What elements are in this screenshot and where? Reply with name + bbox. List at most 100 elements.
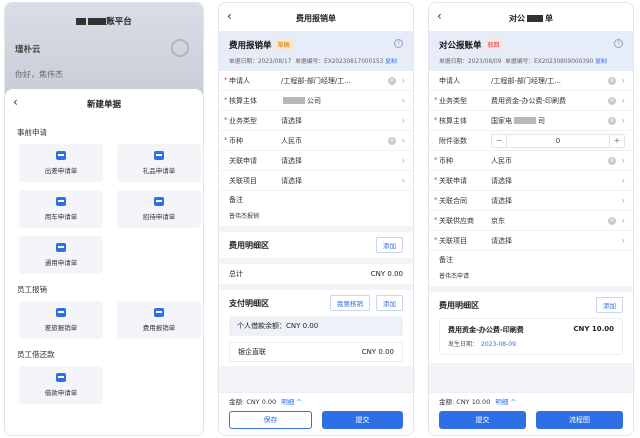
submit-button[interactable]: 提交 bbox=[322, 411, 403, 429]
field-value: 请选择 bbox=[281, 116, 302, 125]
tile-label: 费用报销单 bbox=[142, 324, 176, 332]
document-type-tile[interactable]: 招待申请单 bbox=[117, 190, 201, 228]
document-type-tile[interactable]: 通用申请单 bbox=[19, 236, 103, 274]
field-label: 关联供应商 bbox=[434, 216, 491, 226]
attachment-stepper[interactable]: − 0 + bbox=[491, 133, 625, 148]
help-icon[interactable]: ? bbox=[394, 39, 403, 48]
clear-icon[interactable]: × bbox=[607, 216, 616, 225]
clear-icon[interactable]: × bbox=[607, 76, 616, 85]
remark-label: 备注 bbox=[229, 196, 243, 204]
attachment-count[interactable]: 0 bbox=[506, 134, 610, 147]
document-icon bbox=[56, 197, 66, 206]
plus-icon[interactable]: + bbox=[610, 136, 624, 145]
copy-link[interactable]: 复制 bbox=[595, 59, 607, 65]
document-icon bbox=[56, 151, 66, 160]
form-field-row[interactable]: 核算主体国家电司 × › bbox=[429, 111, 633, 131]
tile-label: 借款申请单 bbox=[44, 389, 78, 397]
remark-field[interactable]: 备注 普伟杰报销 bbox=[219, 191, 413, 226]
expense-detail-section: 费用明细区 添加 费用资金-办公费-印刷费 CNY 10.00 发生日期： 2023… bbox=[429, 292, 633, 363]
form-field-row[interactable]: 关联项目请选择› bbox=[219, 171, 413, 191]
remark-field[interactable]: 备注 普伟杰申请 bbox=[429, 251, 633, 286]
form-fields-2: 币种人民币×›关联申请请选择›关联合同请选择›关联供应商京东×›关联项目请选择› bbox=[429, 151, 633, 251]
chevron-right-icon: › bbox=[621, 216, 625, 225]
document-type-tile[interactable]: 借款申请单 bbox=[19, 366, 103, 404]
form-field-row[interactable]: 币种人民币 × › bbox=[429, 151, 633, 171]
document-type-tile[interactable]: 费用报销单 bbox=[117, 301, 201, 339]
save-button[interactable]: 保存 bbox=[229, 411, 312, 429]
redaction bbox=[514, 117, 536, 124]
help-icon[interactable]: ? bbox=[614, 39, 623, 48]
field-label: 申请人 bbox=[224, 76, 281, 86]
form-field-row[interactable]: 关联申请请选择› bbox=[219, 151, 413, 171]
add-expense-button[interactable]: 添加 bbox=[596, 297, 623, 313]
chevron-right-icon: › bbox=[621, 156, 625, 165]
nav-title: 对公单 bbox=[509, 14, 553, 23]
detail-toggle[interactable]: 明细 ^ bbox=[281, 398, 302, 406]
bank-direct-row[interactable]: 银企直联 CNY 0.00 bbox=[229, 342, 403, 362]
field-value: /工程部-部门经理/工... bbox=[281, 76, 351, 85]
field-value: 费用资金-办公费-印刷费 bbox=[491, 96, 567, 105]
field-label: 关联合同 bbox=[434, 196, 491, 206]
redaction bbox=[527, 15, 543, 22]
clear-icon[interactable]: × bbox=[387, 136, 396, 145]
chevron-right-icon: › bbox=[621, 96, 625, 105]
form-title: 费用报销单 草稿 bbox=[229, 39, 403, 51]
greeting: 你好，焦伟杰 bbox=[15, 70, 63, 79]
document-type-tile[interactable]: 出差申请单 bbox=[19, 144, 103, 182]
document-icon bbox=[154, 308, 164, 317]
sheet-title: 新建单据 bbox=[86, 100, 121, 110]
form-field-row[interactable]: 申请人/工程部-部门经理/工... × › bbox=[429, 71, 633, 91]
new-document-screen: 账平台 瑾朴云 你好，焦伟杰 ‹ 新建单据 事前申请 出差申请单 礼品申请单 用车申请… bbox=[4, 2, 204, 436]
form-field-row[interactable]: 关联申请请选择› bbox=[429, 171, 633, 191]
document-icon bbox=[56, 308, 66, 317]
form-field-row[interactable]: 关联合同请选择 › bbox=[429, 191, 633, 211]
section-title: 支付明细区 bbox=[229, 298, 269, 308]
copy-link[interactable]: 复制 bbox=[385, 59, 397, 65]
chevron-right-icon: › bbox=[621, 176, 625, 185]
field-value: 请选择 bbox=[281, 156, 302, 165]
flowchart-button[interactable]: 流程图 bbox=[536, 411, 623, 429]
minus-icon[interactable]: − bbox=[492, 136, 506, 145]
document-icon bbox=[154, 151, 164, 160]
expense-item-card[interactable]: 费用资金-办公费-印刷费 CNY 10.00 发生日期： 2023-08-09 bbox=[439, 318, 623, 355]
form-field-row[interactable]: 核算主体公司› bbox=[219, 91, 413, 111]
tile-label: 用车申请单 bbox=[44, 213, 78, 221]
form-field-row[interactable]: 关联供应商京东 × › bbox=[429, 211, 633, 231]
document-icon bbox=[56, 373, 66, 382]
form-field-row[interactable]: 关联项目请选择› bbox=[429, 231, 633, 251]
status-badge: 草稿 bbox=[274, 39, 293, 50]
redaction bbox=[88, 18, 107, 25]
clear-icon[interactable]: × bbox=[607, 116, 616, 125]
verify-button[interactable]: 我要核销 bbox=[330, 295, 370, 311]
add-payment-button[interactable]: 添加 bbox=[376, 295, 403, 311]
chevron-right-icon: › bbox=[401, 116, 405, 125]
field-label: 币种 bbox=[434, 156, 491, 166]
form-field-row[interactable]: 业务类型费用资金-办公费-印刷费 × › bbox=[429, 91, 633, 111]
form-header: 对公报账单 驳回 单据日期：2023/08/09 单据编号：EX202308090… bbox=[429, 31, 633, 71]
clear-icon[interactable]: × bbox=[607, 156, 616, 165]
document-icon bbox=[154, 197, 164, 206]
form-field-row[interactable]: 业务类型请选择 › bbox=[219, 111, 413, 131]
nav-bar: ‹ 对公单 bbox=[429, 3, 633, 31]
field-label: 附件张数 bbox=[439, 136, 467, 145]
add-expense-button[interactable]: 添加 bbox=[376, 237, 403, 253]
form-field-row[interactable]: 申请人/工程部-部门经理/工... × › bbox=[219, 71, 413, 91]
tile-label: 招待申请单 bbox=[142, 213, 176, 221]
item-name: 费用资金-办公费-印刷费 bbox=[448, 326, 524, 334]
document-type-tile[interactable]: 差旅报销单 bbox=[19, 301, 103, 339]
document-type-tile[interactable]: 用车申请单 bbox=[19, 190, 103, 228]
form-field-row[interactable]: 币种人民币 × › bbox=[219, 131, 413, 151]
sheet-header: ‹ 新建单据 bbox=[5, 89, 203, 117]
amount-summary: 金额: CNY 10.00 明细 ^ bbox=[439, 398, 516, 406]
detail-toggle[interactable]: 明细 ^ bbox=[495, 398, 516, 406]
submit-button[interactable]: 提交 bbox=[439, 411, 526, 429]
field-value: 请选择 bbox=[491, 176, 512, 185]
document-type-tile[interactable]: 礼品申请单 bbox=[117, 144, 201, 182]
clear-icon[interactable]: × bbox=[607, 96, 616, 105]
document-type-grid: 出差申请单 礼品申请单用车申请单 招待申请单通用申请单 bbox=[5, 144, 203, 274]
clear-icon[interactable]: × bbox=[387, 76, 396, 85]
expense-report-screen: ‹ 费用报销单 费用报销单 草稿 单据日期：2023/08/17 单据编号：EX2… bbox=[218, 2, 414, 436]
attachment-count-row: 附件张数 − 0 + bbox=[429, 131, 633, 151]
field-value: 国家电司 bbox=[491, 116, 545, 125]
section-title: 事前申请 bbox=[17, 128, 47, 137]
